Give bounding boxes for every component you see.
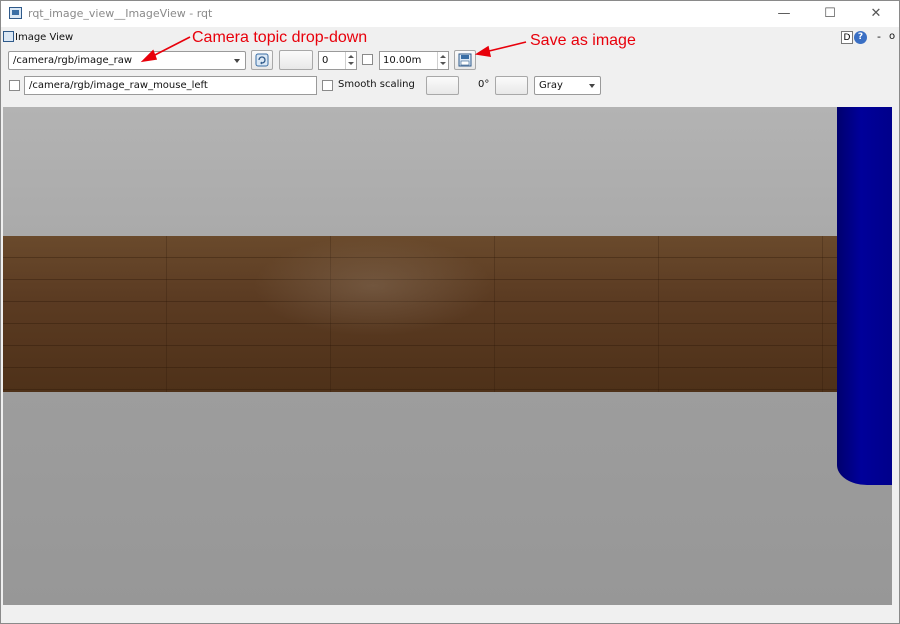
camera-image-display[interactable]: [3, 107, 892, 605]
image-wall-region: [3, 107, 892, 236]
main-window: rqt_image_view__ImageView - rqt — ☐ ✕ Im…: [0, 0, 900, 624]
annotation-arrows: [140, 36, 527, 63]
image-wood-floor-region: [3, 236, 892, 392]
status-bar: [1, 606, 899, 623]
image-ground-region: [3, 392, 892, 605]
camera-topic-arrowhead: [140, 49, 158, 63]
save-image-arrowhead: [474, 45, 492, 57]
save-image-arrow: [484, 41, 527, 53]
image-blue-cylinder: [837, 107, 892, 485]
